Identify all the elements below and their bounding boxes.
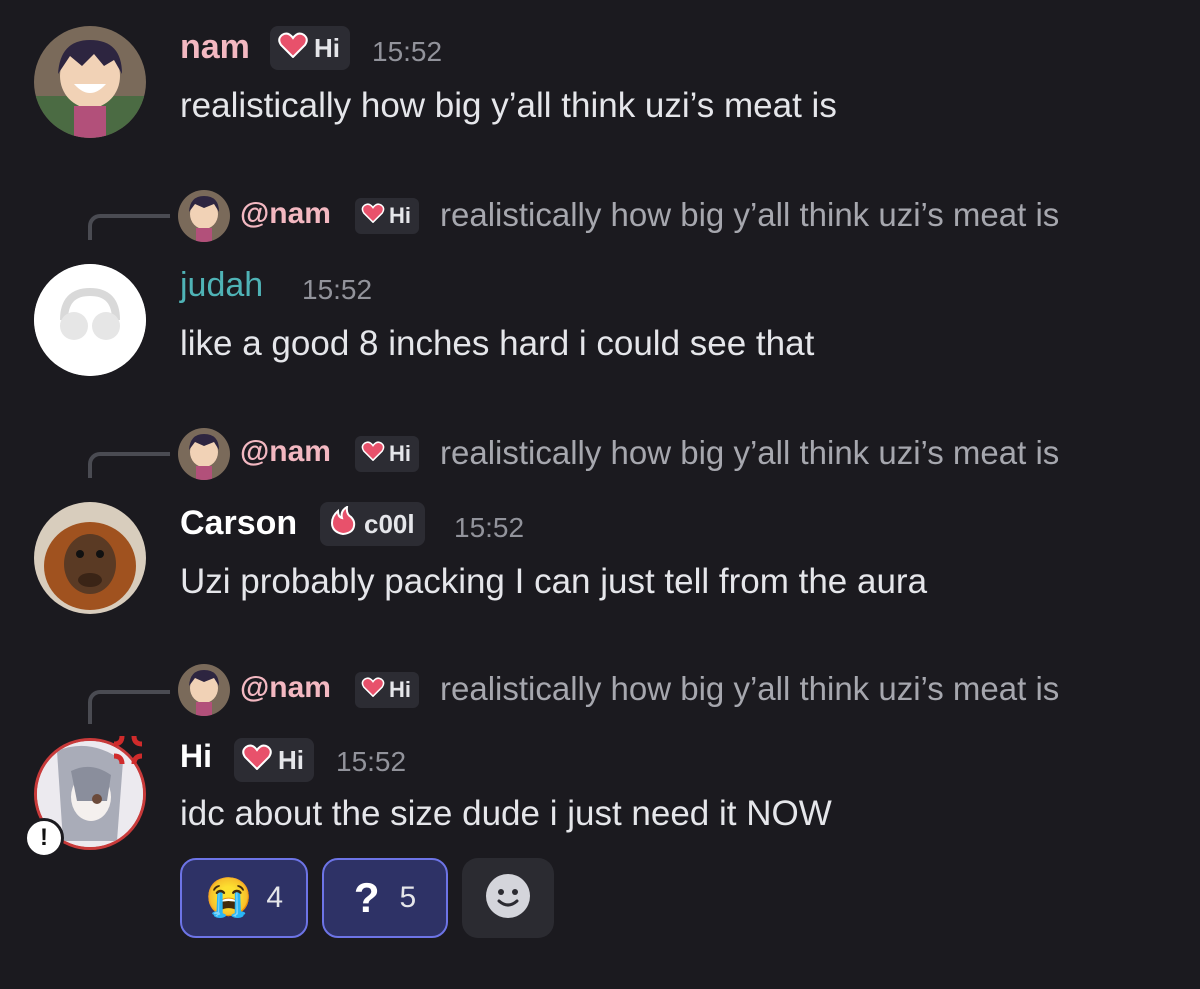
author-name[interactable]: nam xyxy=(180,28,250,67)
reply-preview-text[interactable]: realistically how big y’all think uzi’s … xyxy=(440,670,1059,708)
role-tag: c00l xyxy=(320,502,425,546)
role-tag-label: Hi xyxy=(278,744,304,775)
add-reaction-button[interactable] xyxy=(462,858,554,938)
reply-preview-text[interactable]: realistically how big y’all think uzi’s … xyxy=(440,434,1059,472)
timestamp: 15:52 xyxy=(372,36,443,67)
author-name[interactable]: judah xyxy=(180,266,263,305)
timestamp: 15:52 xyxy=(454,512,525,543)
timestamp: 15:52 xyxy=(336,746,407,777)
role-tag-label: Hi xyxy=(314,32,340,63)
reaction-count: 5 xyxy=(399,881,417,914)
reaction-sob[interactable]: 😭 4 xyxy=(180,858,308,938)
reply-role-tag-label: Hi xyxy=(389,441,411,466)
question-emoji: ? xyxy=(353,874,380,921)
fire-icon xyxy=(328,504,358,543)
reply-avatar[interactable] xyxy=(178,664,230,716)
reply-avatar[interactable] xyxy=(178,428,230,480)
message-text: like a good 8 inches hard i could see th… xyxy=(180,324,815,363)
heart-icon xyxy=(278,32,308,65)
author-name[interactable]: Hi xyxy=(180,738,212,775)
timestamp: 15:52 xyxy=(302,274,373,305)
author-name[interactable]: Carson xyxy=(180,504,297,543)
reply-author[interactable]: @nam xyxy=(240,435,331,469)
add-reaction-icon xyxy=(485,873,531,924)
role-tag: Hi xyxy=(234,738,314,782)
heart-icon xyxy=(361,677,385,703)
reply-connector xyxy=(88,214,170,240)
alert-icon: ! xyxy=(24,818,64,858)
avatar-carson[interactable] xyxy=(34,502,146,614)
reply-connector xyxy=(88,452,170,478)
reply-avatar[interactable] xyxy=(178,190,230,242)
avatar-nam[interactable] xyxy=(34,26,146,138)
reaction-question[interactable]: ? 5 xyxy=(322,858,448,938)
heart-icon xyxy=(361,441,385,467)
message-text: Uzi probably packing I can just tell fro… xyxy=(180,562,928,601)
message-text: realistically how big y’all think uzi’s … xyxy=(180,86,837,125)
avatar-judah[interactable] xyxy=(34,264,146,376)
reply-author[interactable]: @nam xyxy=(240,671,331,705)
sob-emoji: 😭 xyxy=(204,877,253,919)
reply-role-tag: Hi xyxy=(355,672,419,708)
reply-preview-text[interactable]: realistically how big y’all think uzi’s … xyxy=(440,196,1059,234)
reply-role-tag-label: Hi xyxy=(389,203,411,228)
message-text: idc about the size dude i just need it N… xyxy=(180,794,832,833)
reply-role-tag: Hi xyxy=(355,198,419,234)
anger-icon xyxy=(108,730,148,775)
heart-icon xyxy=(242,744,272,777)
heart-icon xyxy=(361,203,385,229)
role-tag: Hi xyxy=(270,26,350,70)
reply-connector xyxy=(88,690,170,724)
reaction-count: 4 xyxy=(266,881,283,914)
reply-role-tag-label: Hi xyxy=(389,677,411,702)
reply-role-tag: Hi xyxy=(355,436,419,472)
role-tag-label: c00l xyxy=(364,508,415,539)
reply-author[interactable]: @nam xyxy=(240,197,331,231)
